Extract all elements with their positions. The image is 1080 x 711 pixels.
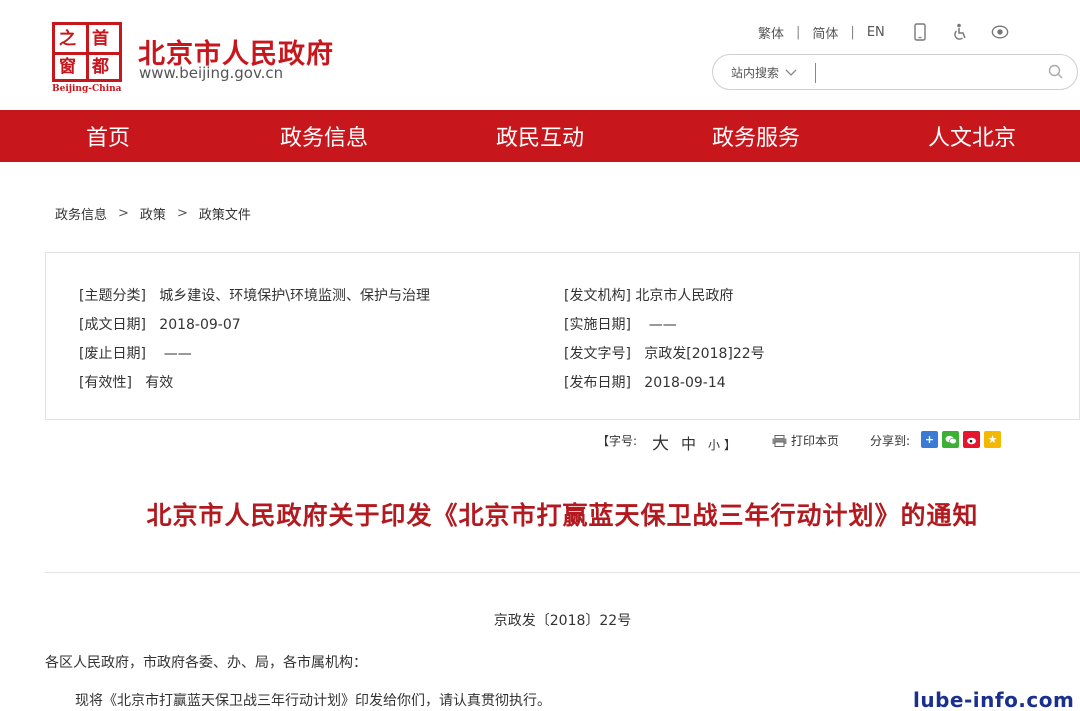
share-qzone-icon[interactable]: ★ xyxy=(984,431,1001,448)
meta-publish-date: [发布日期] 2018-09-14 xyxy=(564,372,726,392)
title-divider xyxy=(45,572,1080,573)
search-input[interactable] xyxy=(821,61,1041,85)
nav-government-info[interactable]: 政务信息 xyxy=(216,110,432,162)
print-button[interactable]: 打印本页 xyxy=(772,432,839,449)
meta-label: [发文机构] xyxy=(564,288,631,304)
printer-icon xyxy=(772,434,787,447)
meta-value: 2018-09-14 xyxy=(644,375,726,391)
watermark: lube-info.com xyxy=(913,688,1075,711)
breadcrumb: 政务信息 > 政策 > 政策文件 xyxy=(55,204,251,223)
meta-value: 2018-09-07 xyxy=(159,317,241,333)
breadcrumb-item[interactable]: 政务信息 xyxy=(55,204,107,223)
document-body: 现将《北京市打赢蓝天保卫战三年行动计划》印发给你们，请认真贯彻执行。 xyxy=(75,693,551,709)
search-scope-label: 站内搜索 xyxy=(731,66,780,80)
link-english[interactable]: EN xyxy=(867,25,885,40)
search-scope-select[interactable]: 站内搜索 xyxy=(731,64,797,81)
meta-subject: [主题分类] 城乡建设、环境保护\环境监测、保护与治理 xyxy=(79,285,430,305)
chevron-down-icon xyxy=(785,66,797,80)
document-metadata: [主题分类] 城乡建设、环境保护\环境监测、保护与治理 [成文日期] 2018-… xyxy=(45,252,1080,420)
meta-label: [有效性] xyxy=(79,375,132,391)
share-label: 分享到: xyxy=(870,434,911,448)
mobile-icon[interactable] xyxy=(911,22,929,42)
breadcrumb-item[interactable]: 政策 xyxy=(140,204,166,223)
font-size-end: 】 xyxy=(724,438,737,452)
main-nav: 首页 政务信息 政民互动 政务服务 人文北京 xyxy=(0,110,1080,162)
language-links: 繁体 | 简体 | EN xyxy=(758,22,1009,42)
document-title: 北京市人民政府关于印发《北京市打赢蓝天保卫战三年行动计划》的通知 xyxy=(146,501,979,530)
separator: | xyxy=(850,24,855,40)
font-size-label: 【字号: xyxy=(597,434,638,448)
logo-english: Beijing-China xyxy=(52,84,122,94)
share-plus-icon[interactable]: + xyxy=(921,431,938,448)
meta-value: 北京市人民政府 xyxy=(635,288,734,304)
accessibility-icon[interactable] xyxy=(951,22,969,42)
meta-label: [发布日期] xyxy=(564,375,631,391)
logo-char: 都 xyxy=(92,57,109,77)
nav-interaction[interactable]: 政民互动 xyxy=(432,110,648,162)
font-size-options: 大 中 小 】 xyxy=(652,429,748,454)
meta-validity: [有效性] 有效 xyxy=(79,372,173,392)
nav-culture[interactable]: 人文北京 xyxy=(864,110,1080,162)
site-logo[interactable]: 之 首 窗 都 Beijing-China xyxy=(52,22,126,96)
print-label: 打印本页 xyxy=(791,434,840,448)
logo-char: 之 xyxy=(59,29,76,49)
meta-value: 京政发[2018]22号 xyxy=(644,346,765,362)
meta-value: —— xyxy=(163,346,192,362)
search-divider xyxy=(815,63,816,83)
logo-divider xyxy=(86,25,89,79)
meta-label: [发文字号] xyxy=(564,346,631,362)
font-size-medium[interactable]: 中 xyxy=(681,433,696,454)
share-wechat-icon[interactable] xyxy=(942,431,959,448)
meta-label: [主题分类] xyxy=(79,288,146,304)
logo-char: 首 xyxy=(92,29,109,49)
nav-services[interactable]: 政务服务 xyxy=(648,110,864,162)
meta-issuer: [发文机构] 北京市人民政府 xyxy=(564,285,733,305)
meta-label: [实施日期] xyxy=(564,317,631,333)
chevron-right-icon: > xyxy=(176,206,188,221)
meta-doc-number: [发文字号] 京政发[2018]22号 xyxy=(564,343,765,363)
meta-value: —— xyxy=(648,317,677,333)
site-url: www.beijing.gov.cn xyxy=(139,64,284,82)
search-icon[interactable] xyxy=(1047,63,1065,81)
logo-seal: 之 首 窗 都 xyxy=(52,22,122,82)
link-simplified[interactable]: 简体 xyxy=(812,23,838,42)
link-traditional[interactable]: 繁体 xyxy=(758,23,784,42)
search-box: 站内搜索 xyxy=(712,54,1078,90)
breadcrumb-item[interactable]: 政策文件 xyxy=(199,204,251,223)
chevron-right-icon: > xyxy=(118,206,129,221)
meta-label: [废止日期] xyxy=(79,346,146,362)
share-icons: + ★ xyxy=(921,431,1005,448)
document-salutation: 各区人民政府，市政府各委、办、局，各市属机构： xyxy=(45,655,367,671)
meta-value: 有效 xyxy=(145,375,174,391)
site-header: 之 首 窗 都 Beijing-China 北京市人民政府 www.beijin… xyxy=(0,0,1080,110)
meta-label: [成文日期] xyxy=(79,317,146,333)
font-size-large[interactable]: 大 xyxy=(652,429,669,454)
nav-home[interactable]: 首页 xyxy=(0,110,216,162)
meta-effective-date: [实施日期] —— xyxy=(564,314,677,334)
meta-value: 城乡建设、环境保护\环境监测、保护与治理 xyxy=(159,288,431,304)
logo-char: 窗 xyxy=(59,57,76,77)
elderly-care-icon[interactable] xyxy=(991,22,1009,42)
meta-written-date: [成文日期] 2018-09-07 xyxy=(79,314,241,334)
document-number: 京政发〔2018〕22号 xyxy=(493,613,632,629)
separator: | xyxy=(796,24,801,40)
font-size-small[interactable]: 小 xyxy=(708,436,720,453)
share-weibo-icon[interactable] xyxy=(963,431,980,448)
meta-repeal-date: [废止日期] —— xyxy=(79,343,192,363)
